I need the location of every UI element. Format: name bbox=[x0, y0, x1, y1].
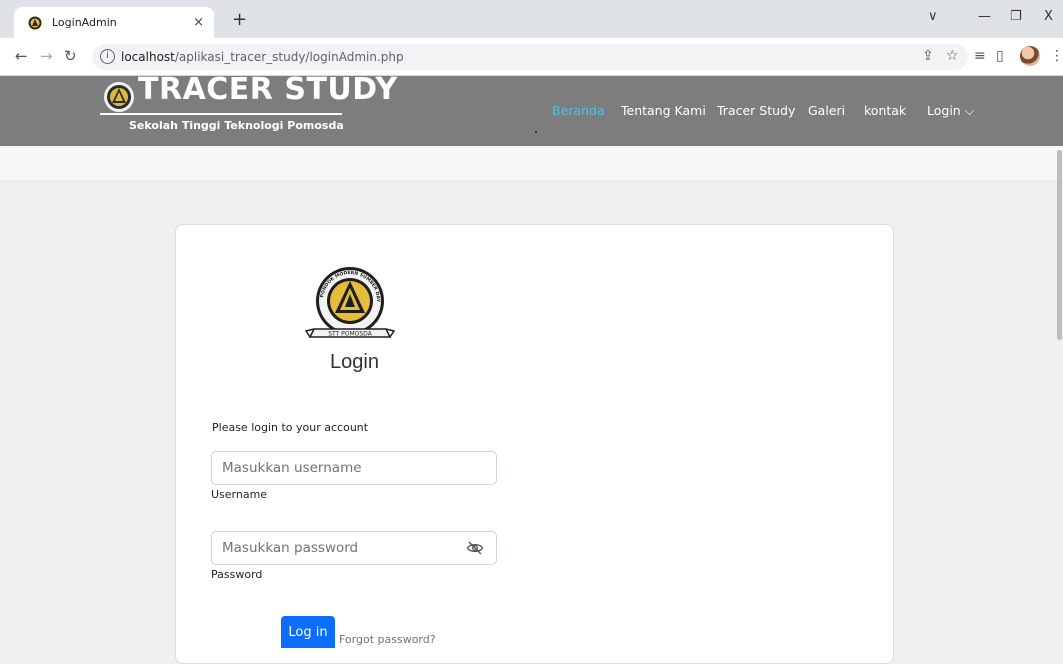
browser-address-bar: ← → ↻ i localhost/aplikasi_tracer_study/… bbox=[0, 38, 1063, 76]
bookmark-star-icon[interactable]: ☆ bbox=[946, 48, 959, 64]
seal-banner-text: STT POMOSDA bbox=[328, 331, 373, 338]
browser-menu-icon[interactable]: ⋮ bbox=[1050, 48, 1063, 64]
url-field[interactable]: i localhost/aplikasi_tracer_study/loginA… bbox=[92, 44, 968, 70]
site-info-icon[interactable]: i bbox=[100, 49, 115, 64]
nav-kontak[interactable]: kontak bbox=[864, 103, 906, 118]
reading-list-icon[interactable]: ≡ bbox=[974, 48, 986, 64]
new-tab-button[interactable]: + bbox=[232, 9, 247, 30]
nav-galeri[interactable]: Galeri bbox=[808, 103, 845, 118]
brand-logo-icon bbox=[104, 82, 134, 112]
password-input[interactable] bbox=[211, 531, 497, 565]
decorative-dot bbox=[535, 131, 537, 133]
brand-divider bbox=[100, 113, 342, 115]
username-label: Username bbox=[211, 488, 268, 501]
nav-tracer-study[interactable]: Tracer Study bbox=[717, 103, 795, 118]
nav-beranda[interactable]: Beranda bbox=[552, 103, 605, 118]
login-heading: Login bbox=[330, 351, 379, 373]
browser-tab-bar: LoginAdmin × + ∨ — ❐ X bbox=[0, 0, 1063, 38]
back-icon[interactable]: ← bbox=[15, 47, 28, 65]
reload-icon[interactable]: ↻ bbox=[64, 47, 77, 65]
login-prompt: Please login to your account bbox=[212, 421, 369, 434]
browser-tab[interactable]: LoginAdmin × bbox=[14, 7, 214, 38]
nav-tentang-kami[interactable]: Tentang Kami bbox=[621, 103, 706, 118]
share-icon[interactable]: ⇪ bbox=[922, 48, 934, 64]
close-window-button[interactable]: X bbox=[1044, 9, 1053, 24]
url-text: localhost/aplikasi_tracer_study/loginAdm… bbox=[121, 50, 404, 64]
password-label: Password bbox=[211, 568, 263, 581]
profile-avatar[interactable] bbox=[1020, 46, 1040, 66]
header-spacer bbox=[0, 146, 1063, 180]
toggle-password-visibility-icon[interactable] bbox=[466, 540, 484, 556]
site-favicon-icon bbox=[28, 16, 42, 29]
login-card bbox=[175, 224, 894, 664]
forward-icon[interactable]: → bbox=[40, 47, 53, 65]
tab-search-icon[interactable]: ∨ bbox=[928, 9, 938, 24]
tab-title: LoginAdmin bbox=[52, 16, 117, 29]
page-scrollbar[interactable] bbox=[1057, 150, 1062, 340]
username-input[interactable] bbox=[211, 451, 497, 485]
login-button[interactable]: Log in bbox=[281, 616, 335, 648]
brand-title[interactable]: TRACER STUDY bbox=[138, 72, 398, 107]
tab-close-icon[interactable]: × bbox=[193, 15, 204, 30]
brand-subtitle: Sekolah Tinggi Teknologi Pomosda bbox=[129, 119, 344, 132]
forgot-password-link[interactable]: Forgot password? bbox=[339, 633, 436, 646]
restore-button[interactable]: ❐ bbox=[1010, 9, 1022, 24]
side-panel-icon[interactable]: ▯ bbox=[996, 48, 1004, 64]
nav-login-dropdown[interactable]: Login ⌵ bbox=[927, 103, 974, 119]
institution-seal-logo: STT POMOSDA PONDOK MODERN SUMBER DAYA AT… bbox=[304, 265, 396, 338]
minimize-button[interactable]: — bbox=[978, 9, 991, 24]
